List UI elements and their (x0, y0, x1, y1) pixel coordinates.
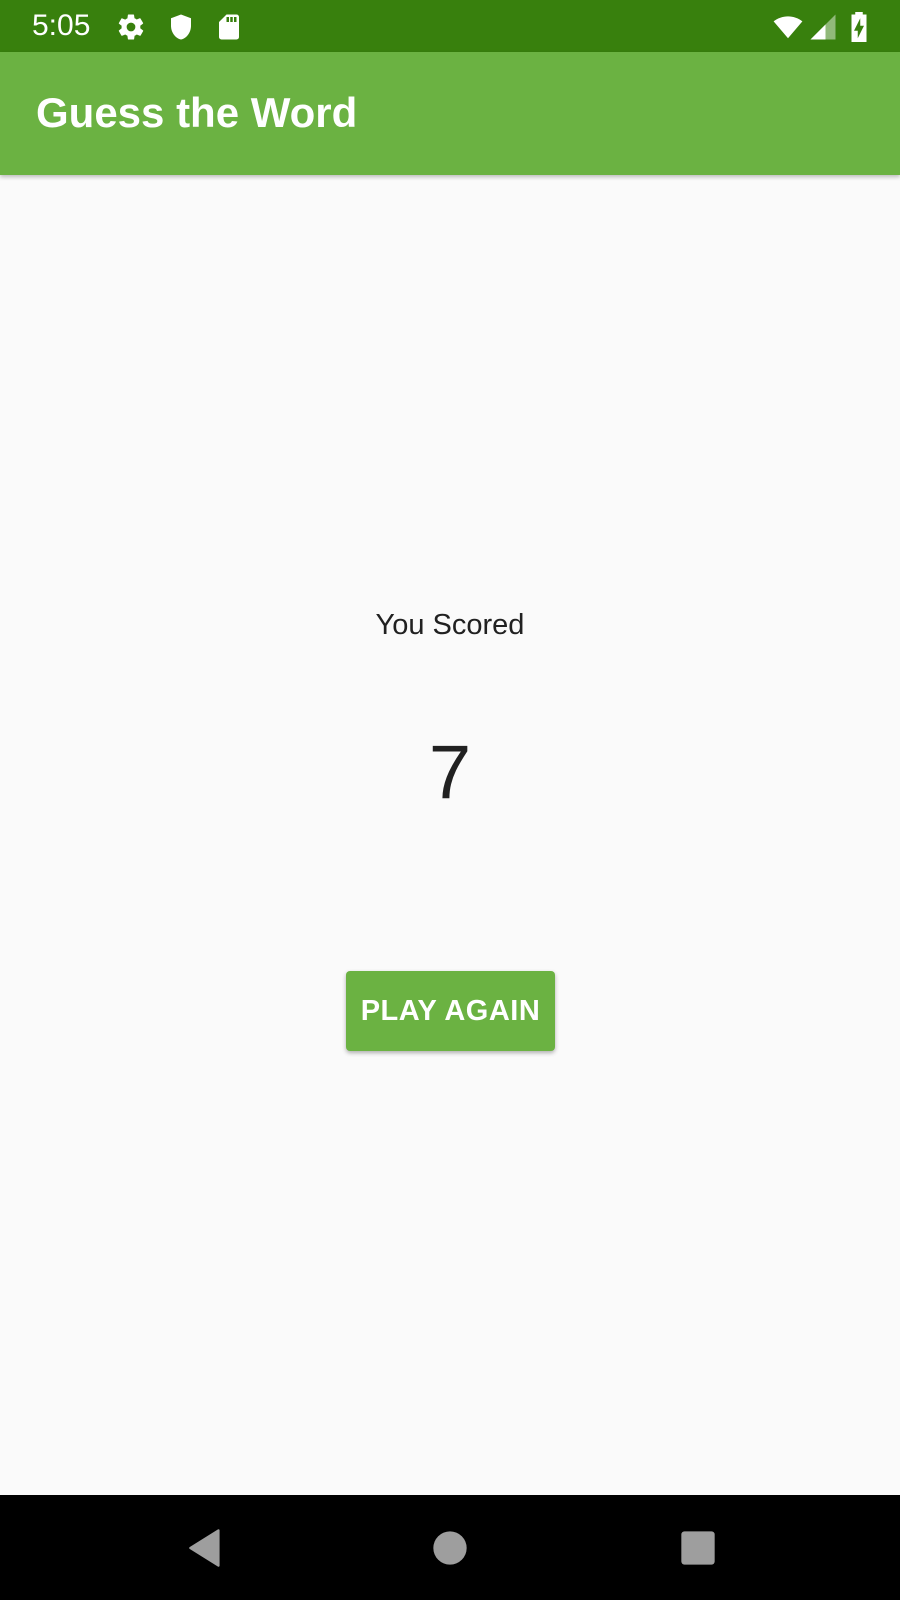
battery-charging-icon (846, 12, 872, 42)
app-bar: Guess the Word (0, 52, 900, 175)
wifi-icon (770, 12, 806, 42)
app-title: Guess the Word (36, 89, 358, 136)
back-icon[interactable] (180, 1523, 230, 1573)
navigation-bar (0, 1495, 900, 1600)
gear-icon (116, 12, 146, 42)
status-time: 5:05 (32, 9, 91, 42)
status-bar: 5:05 (0, 0, 900, 52)
recents-icon[interactable] (673, 1523, 723, 1573)
cell-signal-icon (808, 12, 838, 42)
end-game-screen: 5:05 Guess the Word You Scored 7 PLAY AG… (0, 0, 900, 1600)
sd-card-icon (214, 12, 244, 42)
score-label: You Scored (375, 609, 525, 641)
shield-icon (166, 12, 196, 42)
score-value: 7 (428, 730, 472, 815)
home-icon[interactable] (425, 1523, 475, 1573)
play-again-button[interactable]: PLAY AGAIN (346, 971, 555, 1051)
